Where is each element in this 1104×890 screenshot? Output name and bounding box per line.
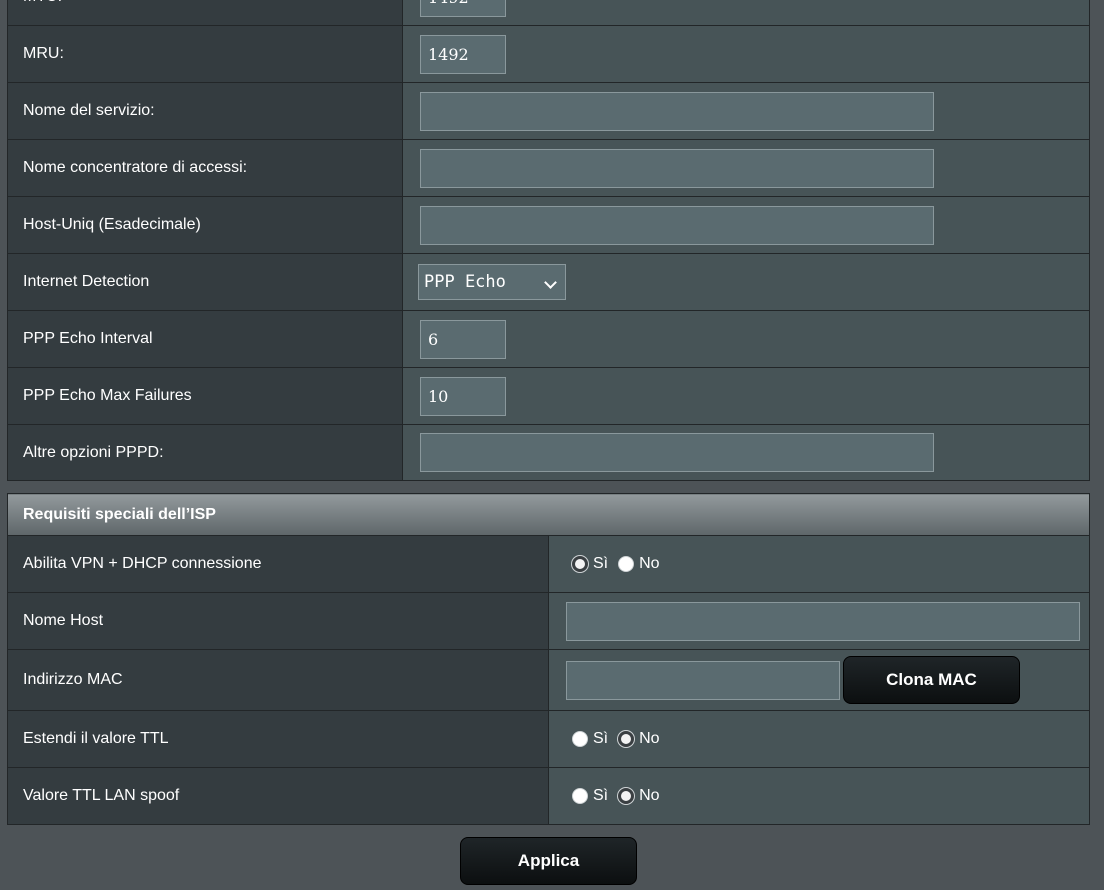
service-name-input[interactable] <box>420 91 934 131</box>
row-internet-detection: Internet Detection PPP Echo <box>7 253 1090 311</box>
row-host-uniq: Host-Uniq (Esadecimale) <box>7 196 1090 254</box>
row-mru: MRU: <box>7 25 1090 83</box>
extend-ttl-yes-label[interactable]: Sì <box>593 730 608 748</box>
row-extend-ttl: Estendi il valore TTL Sì No <box>7 710 1090 768</box>
vpn-dhcp-label: Abilita VPN + DHCP connessione <box>7 535 549 593</box>
row-ttl-lan-spoof: Valore TTL LAN spoof Sì No <box>7 767 1090 825</box>
row-service-name: Nome del servizio: <box>7 82 1090 140</box>
row-ppp-echo-max-failures: PPP Echo Max Failures <box>7 367 1090 425</box>
vpn-dhcp-yes-radio[interactable] <box>572 556 588 572</box>
row-access-concentrator: Nome concentratore di accessi: <box>7 139 1090 197</box>
row-mac-address: Indirizzo MAC Clona MAC <box>7 649 1090 711</box>
chevron-down-icon <box>544 276 557 289</box>
isp-section-header-row: Requisiti speciali dell’ISP <box>7 493 1090 536</box>
mac-address-label: Indirizzo MAC <box>7 649 549 711</box>
access-concentrator-label: Nome concentratore di accessi: <box>7 139 403 197</box>
extend-ttl-label: Estendi il valore TTL <box>7 710 549 768</box>
ppp-echo-interval-input[interactable] <box>420 319 506 359</box>
extend-ttl-no-label[interactable]: No <box>639 730 659 748</box>
pppd-options-label: Altre opzioni PPPD: <box>7 424 403 481</box>
ppp-echo-interval-label: PPP Echo Interval <box>7 310 403 368</box>
apply-button[interactable]: Applica <box>460 837 637 885</box>
row-pppd-options: Altre opzioni PPPD: <box>7 424 1090 481</box>
clone-mac-button[interactable]: Clona MAC <box>843 656 1020 704</box>
access-concentrator-input[interactable] <box>420 148 934 188</box>
extend-ttl-radio-group: Sì No <box>572 730 1089 748</box>
isp-requirements-table: Requisiti speciali dell’ISP Abilita VPN … <box>7 493 1090 825</box>
row-host-name: Nome Host <box>7 592 1090 650</box>
ttl-lan-spoof-no-radio[interactable] <box>618 788 635 804</box>
ttl-lan-spoof-radio-group: Sì No <box>572 787 1089 805</box>
pppoe-settings-table: MTU: MRU: Nome del servizio: Nome concen… <box>7 0 1090 481</box>
host-name-input[interactable] <box>566 601 1080 641</box>
host-name-label: Nome Host <box>7 592 549 650</box>
ttl-lan-spoof-label: Valore TTL LAN spoof <box>7 767 549 825</box>
ttl-lan-spoof-no-label[interactable]: No <box>639 787 659 805</box>
mac-address-input[interactable] <box>566 660 840 700</box>
host-uniq-input[interactable] <box>420 205 934 245</box>
vpn-dhcp-no-label[interactable]: No <box>639 555 659 573</box>
row-vpn-dhcp: Abilita VPN + DHCP connessione Sì No <box>7 535 1090 593</box>
mru-label: MRU: <box>7 25 403 83</box>
row-ppp-echo-interval: PPP Echo Interval <box>7 310 1090 368</box>
extend-ttl-yes-radio[interactable] <box>572 731 588 747</box>
pppd-options-input[interactable] <box>420 433 934 472</box>
ttl-lan-spoof-yes-label[interactable]: Sì <box>593 787 608 805</box>
row-mtu: MTU: <box>7 0 1090 26</box>
service-name-label: Nome del servizio: <box>7 82 403 140</box>
mtu-input[interactable] <box>420 0 506 17</box>
extend-ttl-no-radio[interactable] <box>618 731 635 747</box>
ttl-lan-spoof-yes-radio[interactable] <box>572 788 588 804</box>
mru-input[interactable] <box>420 34 506 74</box>
internet-detection-select[interactable]: PPP Echo <box>418 264 566 300</box>
ppp-echo-max-failures-label: PPP Echo Max Failures <box>7 367 403 425</box>
vpn-dhcp-radio-group: Sì No <box>572 555 1089 573</box>
vpn-dhcp-no-radio[interactable] <box>618 556 635 572</box>
ppp-echo-max-failures-input[interactable] <box>420 376 506 416</box>
mtu-label: MTU: <box>7 0 403 26</box>
internet-detection-label: Internet Detection <box>7 253 403 311</box>
isp-section-header: Requisiti speciali dell’ISP <box>7 493 1090 536</box>
internet-detection-selected-value: PPP Echo <box>424 272 506 292</box>
vpn-dhcp-yes-label[interactable]: Sì <box>593 555 608 573</box>
host-uniq-label: Host-Uniq (Esadecimale) <box>7 196 403 254</box>
